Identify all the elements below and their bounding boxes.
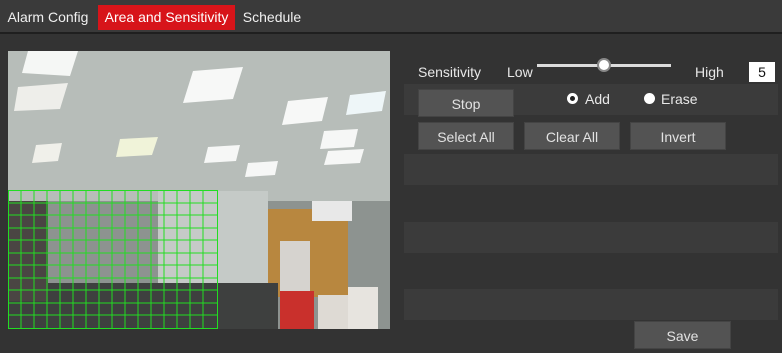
tab-alarm-config[interactable]: Alarm Config [4,5,92,30]
ceiling-light [32,143,62,163]
stop-button[interactable]: Stop [418,89,514,117]
camera-scene [8,51,390,329]
ceiling-light [14,83,68,111]
tab-bar: Alarm Config Area and Sensitivity Schedu… [0,0,782,34]
ceiling-light [245,161,278,177]
ceiling-light [320,129,358,149]
sensitivity-low-label: Low [507,64,533,80]
invert-button[interactable]: Invert [630,122,726,150]
erase-radio-label: Erase [661,91,698,107]
tab-schedule[interactable]: Schedule [240,5,304,30]
sensitivity-label: Sensitivity [418,64,482,80]
ceiling-light [116,137,158,157]
sensitivity-slider-thumb[interactable] [597,58,611,72]
ceiling-light [324,149,364,165]
add-radio-label: Add [585,91,610,107]
select-all-button[interactable]: Select All [418,122,514,150]
camera-preview[interactable] [8,51,390,329]
clear-all-button[interactable]: Clear All [524,122,620,150]
tab-area-and-sensitivity[interactable]: Area and Sensitivity [98,5,235,30]
erase-radio[interactable] [644,93,655,104]
ceiling-light [22,51,78,76]
add-radio[interactable] [567,93,578,104]
panel-row-5 [404,289,778,320]
ceiling-light [282,97,328,125]
panel-row-4 [404,222,778,253]
ceiling-light [204,145,240,163]
sensitivity-high-label: High [695,64,724,80]
panel-row-3 [404,154,778,185]
sensitivity-value[interactable]: 5 [749,62,775,82]
save-button[interactable]: Save [634,321,731,349]
